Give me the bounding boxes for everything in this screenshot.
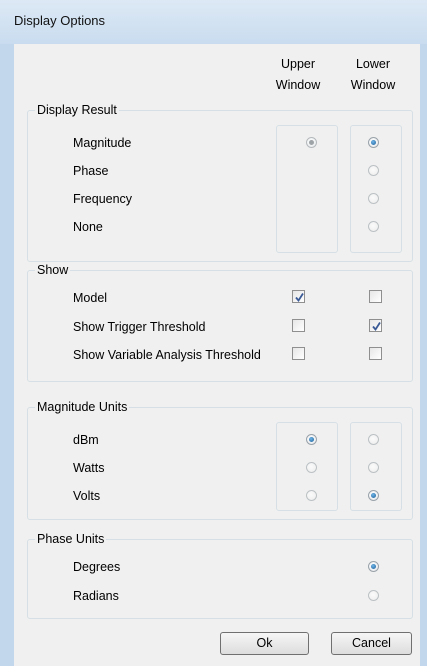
- checkbox-lower-variable-analysis-threshold[interactable]: [369, 347, 382, 360]
- checkbox-lower-trigger-threshold[interactable]: [369, 319, 382, 332]
- window-title: Display Options: [14, 13, 106, 28]
- group-magnitude-units: Magnitude Units dBm Watts Volts: [27, 399, 413, 520]
- radio-lower-volts[interactable]: [368, 490, 379, 501]
- show-label-trigger-threshold: Show Trigger Threshold: [73, 320, 206, 334]
- option-label: Magnitude: [73, 136, 132, 150]
- radio-lower-magnitude[interactable]: [368, 137, 379, 148]
- radio-lower-frequency[interactable]: [368, 193, 379, 204]
- option-label: Phase: [73, 164, 109, 178]
- radio-lower-radians[interactable]: [368, 590, 379, 601]
- option-label: Frequency: [73, 192, 133, 206]
- dialog-client: Upper Window Lower Window Display Result…: [14, 44, 420, 666]
- column-header-lower: Lower Window: [350, 57, 396, 92]
- checkbox-upper-model[interactable]: [292, 290, 305, 303]
- group-phase-units: Phase Units Degrees Radians: [27, 531, 413, 619]
- option-label: Watts: [73, 461, 105, 475]
- show-label-model: Model: [73, 291, 108, 305]
- group-title-show: Show: [35, 262, 71, 278]
- checkbox-upper-variable-analysis-threshold[interactable]: [292, 347, 305, 360]
- group-display-result: Display Result Magnitude Phase Frequency…: [27, 102, 413, 262]
- checkbox-upper-trigger-threshold[interactable]: [292, 319, 305, 332]
- radio-upper-magnitude: [306, 137, 317, 148]
- option-label: dBm: [73, 433, 99, 447]
- ok-button[interactable]: Ok: [220, 632, 309, 655]
- option-label: None: [73, 220, 103, 234]
- window-left-border: [0, 44, 14, 666]
- radio-upper-watts[interactable]: [306, 462, 317, 473]
- cancel-button[interactable]: Cancel: [331, 632, 412, 655]
- radio-lower-degrees[interactable]: [368, 561, 379, 572]
- column-header-upper: Upper Window: [275, 57, 321, 92]
- group-show: Show Model Show Trigger Threshold Show V…: [27, 262, 413, 382]
- radio-lower-watts[interactable]: [368, 462, 379, 473]
- radio-lower-dbm[interactable]: [368, 434, 379, 445]
- title-bar[interactable]: Display Options: [0, 0, 427, 44]
- radio-upper-volts[interactable]: [306, 490, 317, 501]
- option-label: Degrees: [73, 560, 121, 574]
- radio-lower-phase[interactable]: [368, 165, 379, 176]
- group-title-phase-units: Phase Units: [35, 531, 107, 547]
- show-label-variable-analysis-threshold: Show Variable Analysis Threshold: [73, 348, 261, 362]
- option-label: Radians: [73, 589, 119, 603]
- checkbox-lower-model[interactable]: [369, 290, 382, 303]
- window-right-border: [420, 44, 427, 666]
- option-label: Volts: [73, 489, 101, 503]
- group-title-display-result: Display Result: [35, 102, 119, 118]
- radio-lower-none[interactable]: [368, 221, 379, 232]
- group-title-magnitude-units: Magnitude Units: [35, 399, 130, 415]
- radio-upper-dbm[interactable]: [306, 434, 317, 445]
